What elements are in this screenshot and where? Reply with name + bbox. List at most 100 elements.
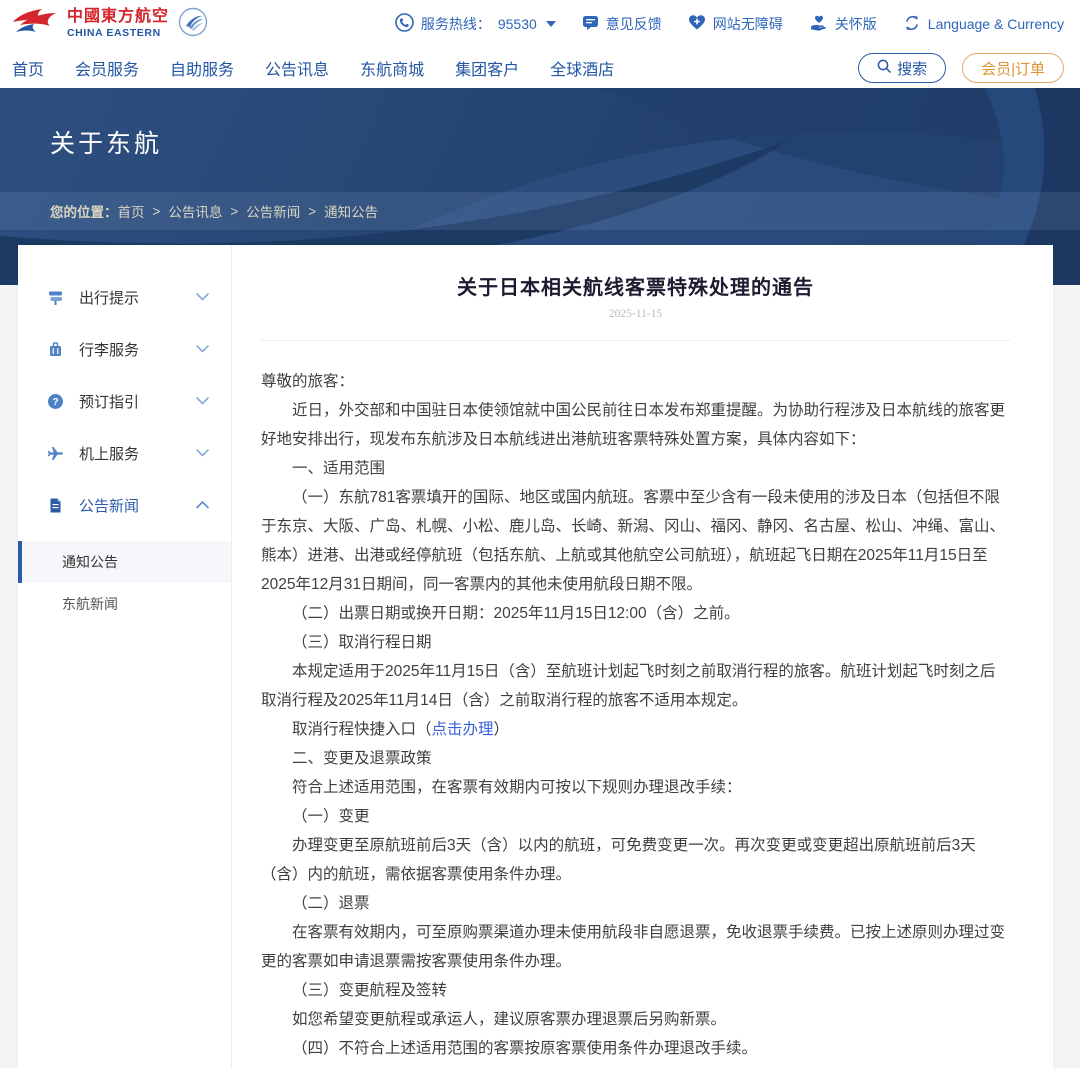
nav-links: 首页 会员服务 自助服务 公告讯息 东航商城 集团客户 全球酒店 (12, 56, 614, 80)
sidebar-item-booking-guide[interactable]: ? 预订指引 (18, 375, 231, 427)
sidebar-label: 预订指引 (79, 391, 139, 412)
chevron-down-icon (196, 293, 209, 301)
breadcrumb-notices[interactable]: 通知公告 (324, 201, 378, 221)
hotline-number: 95530 (498, 16, 537, 32)
feedback-label: 意见反馈 (606, 14, 662, 34)
hotline-label: 服务热线： (421, 14, 491, 34)
heart-plus-icon (688, 14, 706, 34)
chevron-down-icon (196, 345, 209, 353)
page: 中國東方航空 CHINA EASTERN (0, 0, 1080, 1068)
content-card: 出行提示 行李服务 (18, 245, 1053, 1068)
language-currency-link[interactable]: Language & Currency (903, 14, 1064, 35)
article-paragraph: （二）出票日期或换开日期：2025年11月15日12:00（含）之前。 (261, 599, 1010, 628)
nav-corporate[interactable]: 集团客户 (455, 56, 519, 80)
chevron-up-icon (196, 501, 209, 509)
article-paragraph (261, 1063, 1010, 1068)
brand-wordmark: 中國東方航空 CHINA EASTERN (67, 9, 169, 39)
article-paragraph: 一、适用范围 (261, 454, 1010, 483)
question-circle-icon: ? (46, 392, 64, 410)
sidebar-subitem-ce-news[interactable]: 东航新闻 (18, 583, 231, 625)
article-paragraph: 二、变更及退票政策 (261, 744, 1010, 773)
breadcrumb: 您的位置： 首页 > 公告讯息 > 公告新闻 > 通知公告 (0, 192, 1080, 230)
care-label: 关怀版 (835, 14, 877, 34)
sidebar-item-travel-tips[interactable]: 出行提示 (18, 271, 231, 323)
svg-text:?: ? (52, 397, 58, 408)
brand-logo[interactable]: 中國東方航空 CHINA EASTERN (12, 7, 208, 42)
breadcrumb-home[interactable]: 首页 (118, 201, 145, 221)
service-hotline[interactable]: 服务热线： 95530 (395, 13, 556, 35)
breadcrumb-announcement-news[interactable]: 公告新闻 (246, 201, 300, 221)
nav-member-services[interactable]: 会员服务 (75, 56, 139, 80)
skyteam-logo-icon (178, 7, 208, 42)
nav-announcements[interactable]: 公告讯息 (265, 56, 329, 80)
article-paragraph: 如您希望变更航程或承运人，建议原客票办理退票后另购新票。 (261, 1005, 1010, 1034)
member-orders-label: 会员|订单 (981, 58, 1045, 79)
article-paragraph: 办理变更至原航班前后3天（含）以内的航班，可免费变更一次。再次变更或变更超出原航… (261, 831, 1010, 889)
brand-name-en: CHINA EASTERN (67, 28, 169, 39)
main-nav: 首页 会员服务 自助服务 公告讯息 东航商城 集团客户 全球酒店 搜索 会员|订… (0, 48, 1080, 88)
banner-title: 关于东航 (50, 124, 162, 160)
page-body: 出行提示 行李服务 (0, 285, 1080, 1068)
article-paragraph: 在客票有效期内，可至原购票渠道办理未使用航段非自愿退票，免收退票手续费。已按上述… (261, 918, 1010, 976)
language-exchange-icon (903, 14, 921, 35)
feedback-icon (582, 14, 599, 34)
article-paragraph: 尊敬的旅客： (261, 367, 1010, 396)
search-button[interactable]: 搜索 (858, 53, 946, 83)
article-date: 2025-11-15 (261, 308, 1010, 320)
article-body: 尊敬的旅客：近日，外交部和中国驻日本使领馆就中国公民前往日本发布郑重提醒。为协助… (261, 367, 1010, 1068)
article-paragraph: （三）取消行程日期 (261, 628, 1010, 657)
nav-self-services[interactable]: 自助服务 (170, 56, 234, 80)
sidebar-sublabel: 通知公告 (62, 552, 118, 572)
cancel-itinerary-link[interactable]: 点击办理 (432, 721, 494, 738)
document-icon (46, 496, 64, 514)
care-version-link[interactable]: 关怀版 (809, 14, 877, 35)
article-title: 关于日本相关航线客票特殊处理的通告 (261, 271, 1010, 300)
nav-actions: 搜索 会员|订单 (858, 53, 1064, 83)
article-paragraph: （三）变更航程及签转 (261, 976, 1010, 1005)
accessibility-link[interactable]: 网站无障碍 (688, 14, 783, 34)
search-icon (877, 59, 891, 77)
sidebar-label: 公告新闻 (79, 495, 139, 516)
member-orders-button[interactable]: 会员|订单 (962, 53, 1064, 83)
utility-links: 服务热线： 95530 意见反馈 (395, 13, 1064, 35)
breadcrumb-prefix: 您的位置： (50, 201, 118, 221)
article-paragraph: 取消行程快捷入口（点击办理） (261, 715, 1010, 744)
nav-home[interactable]: 首页 (12, 56, 44, 80)
article-paragraph: 本规定适用于2025年11月15日（含）至航班计划起飞时刻之前取消行程的旅客。航… (261, 657, 1010, 715)
breadcrumb-separator: > (153, 204, 161, 219)
sidebar-item-inflight[interactable]: 机上服务 (18, 427, 231, 479)
nav-hotels[interactable]: 全球酒店 (550, 56, 614, 80)
language-label: Language & Currency (928, 16, 1064, 32)
top-utility-bar: 中國東方航空 CHINA EASTERN (0, 0, 1080, 48)
article-paragraph: 近日，外交部和中国驻日本使领馆就中国公民前往日本发布郑重提醒。为协助行程涉及日本… (261, 396, 1010, 454)
breadcrumb-announcements[interactable]: 公告讯息 (168, 201, 222, 221)
article-paragraph: （四）不符合上述适用范围的客票按原客票使用条件办理退改手续。 (261, 1034, 1010, 1063)
china-eastern-bird-icon (12, 7, 58, 42)
chevron-down-icon (196, 449, 209, 457)
search-label: 搜索 (897, 58, 927, 79)
sidebar: 出行提示 行李服务 (18, 245, 232, 1068)
breadcrumb-separator: > (308, 204, 316, 219)
brand-name-cn: 中國東方航空 (67, 9, 169, 26)
article-paragraph: （一）东航781客票填开的国际、地区或国内航班。客票中至少含有一段未使用的涉及日… (261, 483, 1010, 599)
sidebar-label: 机上服务 (79, 443, 139, 464)
nav-mall[interactable]: 东航商城 (360, 56, 424, 80)
sidebar-item-baggage[interactable]: 行李服务 (18, 323, 231, 375)
sidebar-subitem-notices[interactable]: 通知公告 (18, 541, 231, 583)
sidebar-label: 行李服务 (79, 339, 139, 360)
title-divider (261, 340, 1010, 341)
feedback-link[interactable]: 意见反馈 (582, 14, 662, 34)
luggage-icon (46, 340, 64, 358)
article-paragraph: （一）变更 (261, 802, 1010, 831)
airplane-icon (46, 444, 64, 462)
sidebar-sublabel: 东航新闻 (62, 594, 118, 614)
sidebar-item-announcement-news[interactable]: 公告新闻 (18, 479, 231, 531)
article-paragraph: 符合上述适用范围，在客票有效期内可按以下规则办理退改手续： (261, 773, 1010, 802)
accessibility-label: 网站无障碍 (713, 14, 783, 34)
hand-heart-icon (809, 14, 828, 35)
phone-24-icon (395, 13, 414, 35)
chevron-down-icon (196, 397, 209, 405)
signpost-icon (46, 288, 64, 306)
article-paragraph: （二）退票 (261, 889, 1010, 918)
sidebar-sub-list: 通知公告 东航新闻 (18, 541, 231, 625)
